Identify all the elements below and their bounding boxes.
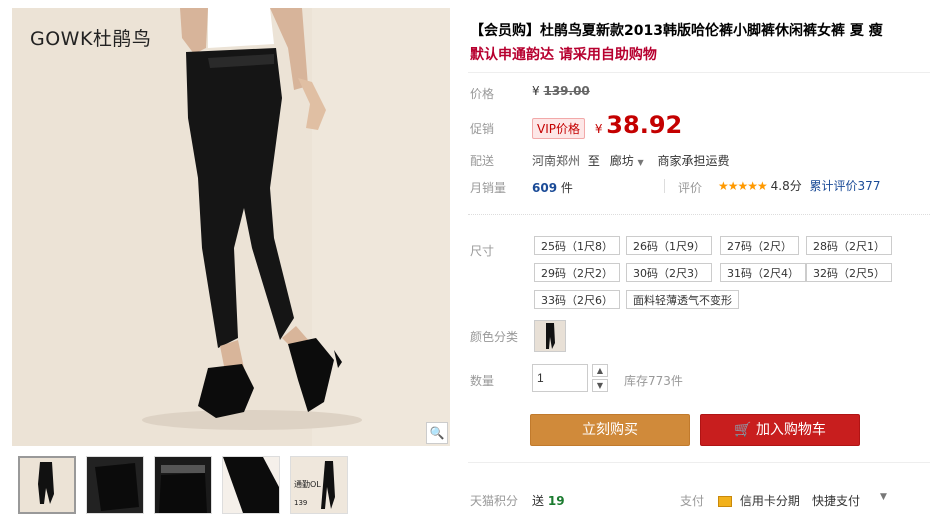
size-option[interactable]: 32码（2尺5） <box>806 263 892 282</box>
shipping-label: 配送 <box>470 154 495 168</box>
size-option[interactable]: 27码（2尺） <box>720 236 799 255</box>
model-illustration <box>12 8 450 446</box>
currency-symbol: ¥ <box>532 84 540 98</box>
size-option[interactable]: 30码（2尺3） <box>626 263 712 282</box>
sales-unit: 件 <box>560 181 573 195</box>
thumbnail-caption: 通勤OL <box>294 480 321 489</box>
credit-card-icon <box>718 496 732 507</box>
star-rating-icon: ★★★★★ <box>718 179 768 193</box>
sales-count: 609 <box>532 181 558 195</box>
main-product-image[interactable]: GOWK杜鹃鸟 🔍 <box>12 8 450 446</box>
vip-badge: VIP价格 <box>532 118 585 139</box>
thumbnail-image <box>20 458 74 512</box>
divider <box>468 214 930 215</box>
thumbnail-item[interactable] <box>18 456 76 514</box>
brand-logo: GOWK杜鹃鸟 <box>30 28 152 50</box>
rating-score: 4.8分 <box>770 179 802 193</box>
magnifier-icon[interactable]: 🔍 <box>426 422 448 444</box>
thumbnail-item[interactable] <box>86 456 144 514</box>
price-block: 价格 ¥ 139.00 促销 VIP价格 ¥ 38.92 配送 河南郑州 至 廊… <box>468 73 930 213</box>
thumbnail-image <box>155 457 211 513</box>
ship-to-word: 至 <box>587 154 600 168</box>
sales-value: 609 件 <box>532 179 573 196</box>
size-option[interactable]: 面料轻薄透气不变形 <box>626 290 739 309</box>
promo-price: VIP价格 ¥ 38.92 <box>532 111 682 139</box>
quantity-label: 数量 <box>470 374 495 388</box>
ship-destination-select[interactable]: 廊坊 ▼ <box>610 154 648 168</box>
shipping-fee: 商家承担运费 <box>657 154 730 168</box>
increment-button[interactable]: ▲ <box>592 364 608 377</box>
product-info: 【会员购】杜鹃鸟夏新款2013韩版哈伦裤小脚裤休闲裤女裤 夏 瘦 默认申通韵达 … <box>468 0 930 522</box>
decrement-button[interactable]: ▼ <box>592 379 608 392</box>
active-indicator-icon <box>44 456 56 458</box>
size-option[interactable]: 28码（2尺1） <box>806 236 892 255</box>
currency-symbol: ¥ <box>594 122 603 136</box>
sales-label: 月销量 <box>470 181 507 195</box>
chevron-down-icon[interactable]: ▼ <box>880 492 887 502</box>
reviews-link[interactable]: 累计评价377 <box>810 179 881 193</box>
size-option[interactable]: 25码（1尺8） <box>534 236 620 255</box>
color-option[interactable] <box>534 320 566 352</box>
cart-icon: 🛒 <box>734 422 752 438</box>
thumbnail-price: 139 <box>294 499 308 507</box>
stock-info: 库存773件 <box>624 374 683 388</box>
original-price-value: 139.00 <box>543 84 590 98</box>
rating-label: 评价 <box>678 181 703 195</box>
color-swatch-image <box>535 321 565 351</box>
original-price: ¥ 139.00 <box>532 84 590 98</box>
rating-info: ★★★★★ 4.8分 累计评价377 <box>718 177 880 194</box>
promo-price-value: 38.92 <box>606 111 683 139</box>
points-value: 送 19 <box>532 492 565 509</box>
size-option[interactable]: 33码（2尺6） <box>534 290 620 309</box>
size-option[interactable]: 31码（2尺4） <box>720 263 806 282</box>
quantity-input[interactable] <box>532 364 588 392</box>
promo-label: 促销 <box>470 122 495 136</box>
size-option[interactable]: 26码（1尺9） <box>626 236 712 255</box>
divider <box>468 462 930 463</box>
thumbnail-item[interactable] <box>154 456 212 514</box>
credit-card-installment[interactable]: 信用卡分期 <box>718 492 800 509</box>
points-label: 天猫积分 <box>470 494 519 508</box>
points-number: 19 <box>547 494 565 508</box>
add-to-cart-label: 加入购物车 <box>755 422 826 438</box>
thumbnail-item[interactable] <box>222 456 280 514</box>
size-label: 尺寸 <box>470 244 495 258</box>
shipping-info: 河南郑州 至 廊坊 ▼ 商家承担运费 <box>532 152 730 169</box>
credit-card-label: 信用卡分期 <box>739 494 800 508</box>
ship-destination: 廊坊 <box>609 154 634 168</box>
chevron-down-icon: ▼ <box>637 158 644 167</box>
product-gallery: GOWK杜鹃鸟 🔍 通勤OL 139 <box>0 0 460 522</box>
pay-label: 支付 <box>680 494 705 508</box>
price-label: 价格 <box>470 87 495 101</box>
ship-from: 河南郑州 <box>532 154 581 168</box>
thumbnail-strip: 通勤OL 139 <box>18 456 348 514</box>
quick-pay[interactable]: 快捷支付 <box>812 492 860 509</box>
buy-now-button[interactable]: 立刻购买 <box>530 414 690 446</box>
thumbnail-image <box>87 457 143 513</box>
points-prefix: 送 <box>532 494 545 508</box>
size-option[interactable]: 29码（2尺2） <box>534 263 620 282</box>
product-subtitle: 默认申通韵达 请采用自助购物 <box>470 47 657 63</box>
thumbnail-image <box>223 457 279 513</box>
add-to-cart-button[interactable]: 🛒 加入购物车 <box>700 414 860 446</box>
divider <box>664 179 665 193</box>
product-title: 【会员购】杜鹃鸟夏新款2013韩版哈伦裤小脚裤休闲裤女裤 夏 瘦 <box>470 23 883 39</box>
color-label: 颜色分类 <box>470 330 519 344</box>
thumbnail-item[interactable]: 通勤OL 139 <box>290 456 348 514</box>
